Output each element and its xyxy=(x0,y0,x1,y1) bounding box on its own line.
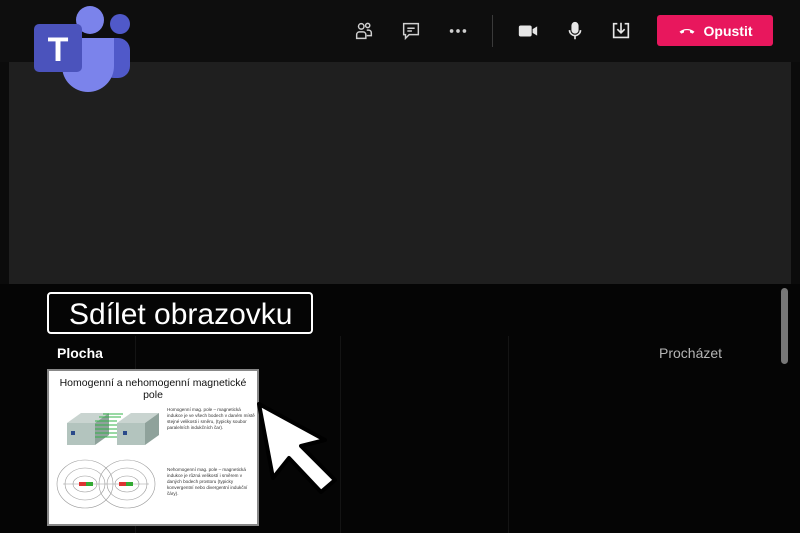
leave-label: Opustit xyxy=(703,22,753,39)
mouse-pointer-icon xyxy=(257,402,337,494)
camera-icon[interactable] xyxy=(515,18,541,44)
homogeneous-field-figure xyxy=(67,413,159,445)
share-screen-title: Sdílet obrazovku xyxy=(47,292,314,334)
desktop-section-label: Plocha xyxy=(57,345,103,361)
more-icon[interactable] xyxy=(445,18,471,44)
nonhomogeneous-field-figure xyxy=(56,459,156,509)
share-tray-icon[interactable] xyxy=(608,18,634,44)
meeting-stage xyxy=(9,62,791,284)
mic-icon[interactable] xyxy=(562,18,588,44)
desktop-screen-thumbnail[interactable]: Homogenní a nehomogenní magnetické pole … xyxy=(47,369,259,526)
toolbar-divider xyxy=(492,15,493,47)
scrollbar[interactable] xyxy=(781,288,788,364)
magnet-illustration xyxy=(56,413,159,509)
chat-icon[interactable] xyxy=(398,18,424,44)
leave-button[interactable]: Opustit xyxy=(657,15,773,46)
people-icon[interactable] xyxy=(351,18,377,44)
column-divider xyxy=(508,336,509,533)
slide-text-homogeneous: Homogenní mag. pole – magnetická indukce… xyxy=(167,407,255,430)
logo-letter: T xyxy=(48,31,69,69)
browse-button[interactable]: Procházet xyxy=(659,345,722,361)
hang-up-icon xyxy=(679,28,694,34)
teams-logo: T xyxy=(34,4,130,92)
slide-text-nonhomogeneous: Nehomogenní mag. pole – magnetická induk… xyxy=(167,467,248,496)
